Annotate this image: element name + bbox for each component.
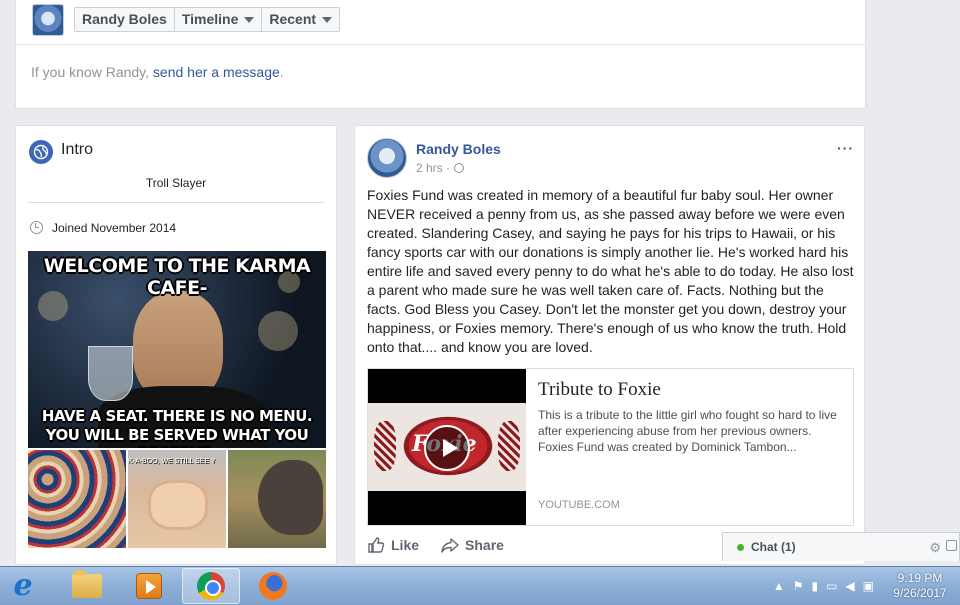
chevron-down-icon bbox=[322, 16, 333, 23]
media-player-taskbar-button[interactable] bbox=[120, 568, 178, 604]
post-time[interactable]: 2 hrs · bbox=[416, 161, 450, 175]
battery-icon[interactable]: ▭ bbox=[826, 579, 837, 593]
meme-caption-bottom: HAVE A SEAT. THERE IS NO MENU. YOU WILL … bbox=[28, 407, 326, 448]
post-actions: Like Share bbox=[367, 536, 504, 554]
more-options-icon[interactable]: ··· bbox=[837, 140, 854, 156]
media-player-icon bbox=[136, 573, 162, 599]
internet-explorer-taskbar-button[interactable]: e bbox=[0, 567, 46, 605]
chat-label: Chat (1) bbox=[751, 540, 796, 554]
intro-title: Intro bbox=[61, 141, 94, 158]
recent-button[interactable]: Recent bbox=[262, 8, 339, 31]
compose-icon[interactable] bbox=[946, 540, 957, 551]
system-tray: ▲ ⚑ ▮ ▭ ◀ ▣ 9:19 PM 9/26/2017 bbox=[773, 567, 960, 605]
intro-bio: Troll Slayer bbox=[145, 176, 207, 190]
chevron-down-icon bbox=[244, 16, 255, 23]
shared-description: This is a tribute to the little girl who… bbox=[538, 408, 837, 454]
profile-name-button[interactable]: Randy Boles bbox=[75, 8, 175, 31]
public-globe-icon[interactable] bbox=[454, 163, 465, 173]
meme-caption-line: HAVE A SEAT. THERE IS NO MENU. bbox=[41, 407, 313, 425]
online-status-icon bbox=[737, 544, 744, 551]
meme-caption-top: WELCOME TO THE KARMA CAFE- bbox=[43, 255, 311, 299]
action-center-flag-icon[interactable]: ⚑ bbox=[793, 579, 804, 593]
globe-icon bbox=[29, 140, 53, 164]
system-clock[interactable]: 9:19 PM 9/26/2017 bbox=[888, 571, 952, 601]
clock-icon bbox=[30, 221, 43, 234]
profile-nav-card: Randy Boles Timeline Recent If you know … bbox=[15, 0, 866, 109]
firefox-icon bbox=[259, 572, 287, 600]
chrome-taskbar-button[interactable] bbox=[182, 568, 240, 604]
animal-image bbox=[258, 460, 323, 535]
clock-date: 9/26/2017 bbox=[893, 586, 947, 600]
featured-thumbnails: K-A-BOO, WE STILL SEE Y bbox=[28, 450, 326, 548]
video-thumbnail[interactable]: Foxie bbox=[368, 369, 526, 525]
profile-nav-buttons: Randy Boles Timeline Recent bbox=[74, 7, 341, 32]
hands-image bbox=[148, 480, 208, 530]
send-message-prompt: If you know Randy, send her a message. bbox=[31, 64, 284, 80]
divider bbox=[28, 202, 324, 203]
peekaboo-photo[interactable]: K-A-BOO, WE STILL SEE Y bbox=[128, 450, 226, 548]
crowd-photo[interactable] bbox=[28, 450, 126, 548]
know-text: If you know Randy, bbox=[31, 64, 153, 80]
like-label: Like bbox=[391, 537, 420, 553]
input-device-icon[interactable]: ▣ bbox=[863, 579, 874, 593]
shared-link-card[interactable]: Foxie Tribute to Foxie This is a tribute… bbox=[367, 368, 854, 526]
firefox-taskbar-button[interactable] bbox=[244, 568, 302, 604]
intro-card: Intro Troll Slayer Joined November 2014 … bbox=[15, 125, 337, 565]
clock-time: 9:19 PM bbox=[897, 571, 943, 585]
play-icon[interactable] bbox=[424, 425, 470, 471]
share-arrow-icon bbox=[441, 538, 459, 553]
like-button[interactable]: Like bbox=[367, 536, 419, 554]
profile-avatar-small[interactable] bbox=[32, 4, 64, 36]
animal-photo[interactable] bbox=[228, 450, 326, 548]
ornament bbox=[498, 421, 520, 471]
featured-photo[interactable]: WELCOME TO THE KARMA CAFE- HAVE A SEAT. … bbox=[28, 251, 326, 448]
divider bbox=[16, 44, 865, 45]
author-avatar[interactable] bbox=[367, 138, 407, 178]
ornament bbox=[374, 421, 396, 471]
thumbs-up-icon bbox=[368, 537, 385, 553]
champagne-glass bbox=[88, 346, 133, 401]
profile-name-label: Randy Boles bbox=[82, 11, 167, 27]
post-text: Foxies Fund was created in memory of a b… bbox=[367, 187, 854, 355]
post-card: Randy Boles 2 hrs · ··· Foxies Fund was … bbox=[354, 125, 865, 565]
gear-icon[interactable]: ⚙ bbox=[929, 540, 941, 556]
volume-icon[interactable]: ◀ bbox=[845, 579, 854, 593]
show-hidden-icons-icon[interactable]: ▲ bbox=[773, 579, 785, 593]
timeline-label: Timeline bbox=[181, 11, 239, 27]
bokeh-light bbox=[258, 311, 298, 351]
know-end: . bbox=[279, 64, 284, 80]
internet-explorer-icon: e bbox=[13, 568, 33, 603]
folder-icon bbox=[72, 570, 102, 598]
timeline-button[interactable]: Timeline bbox=[175, 8, 263, 31]
share-label: Share bbox=[465, 537, 504, 553]
send-message-link[interactable]: send her a message bbox=[153, 64, 280, 80]
share-button[interactable]: Share bbox=[441, 536, 504, 554]
post-author[interactable]: Randy Boles bbox=[416, 141, 501, 157]
shared-title[interactable]: Tribute to Foxie bbox=[538, 379, 661, 401]
thumb-caption: K-A-BOO, WE STILL SEE Y bbox=[128, 458, 216, 465]
post-timestamp: 2 hrs · bbox=[416, 161, 465, 175]
windows-taskbar: e ▲ ⚑ ▮ ▭ ◀ ▣ 9:19 PM 9/26/2017 bbox=[0, 566, 960, 605]
meme-caption-line: YOU WILL BE SERVED WHAT YOU DESERVE. bbox=[45, 426, 309, 448]
chat-bar[interactable]: Chat (1) ⚙ bbox=[722, 532, 960, 561]
shared-domain: YOUTUBE.COM bbox=[538, 499, 620, 511]
file-explorer-taskbar-button[interactable] bbox=[58, 568, 116, 604]
network-signal-icon[interactable]: ▮ bbox=[811, 579, 818, 593]
recent-label: Recent bbox=[269, 11, 317, 27]
chrome-icon bbox=[197, 572, 225, 600]
joined-date: Joined November 2014 bbox=[52, 221, 177, 235]
person-face bbox=[133, 291, 223, 401]
